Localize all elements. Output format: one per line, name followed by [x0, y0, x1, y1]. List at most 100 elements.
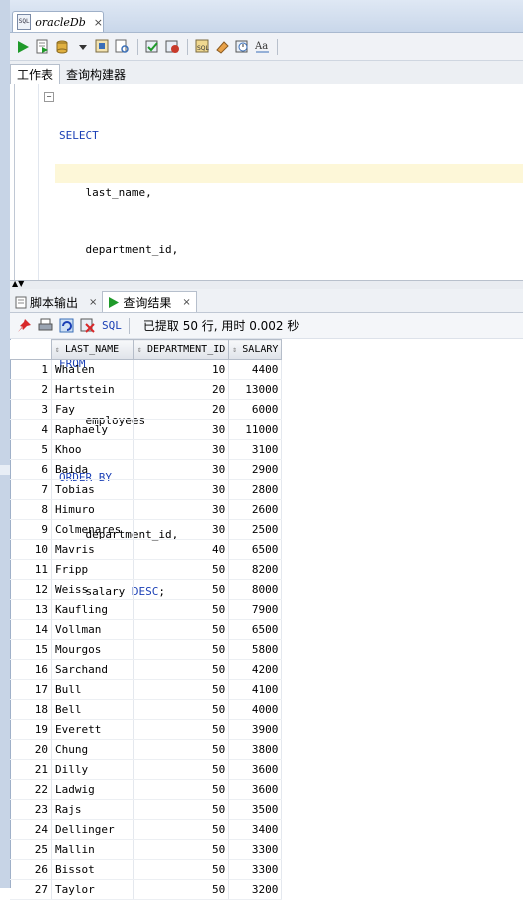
cell-department-id[interactable]: 50	[133, 839, 230, 860]
cell-department-id[interactable]: 50	[133, 719, 230, 740]
cell-salary[interactable]: 3400	[228, 819, 283, 840]
cell-salary[interactable]: 2900	[228, 459, 283, 480]
cell-salary[interactable]: 3300	[228, 839, 283, 860]
cell-last-name[interactable]: Whalen	[51, 359, 134, 380]
cell-last-name[interactable]: Raphaely	[51, 419, 134, 440]
cell-salary[interactable]: 3200	[228, 879, 283, 900]
rollback-icon[interactable]	[164, 38, 181, 55]
cell-department-id[interactable]: 20	[133, 399, 230, 420]
cell-salary[interactable]: 8200	[228, 559, 283, 580]
sql-tuning-icon[interactable]: SQL	[194, 38, 211, 55]
table-row[interactable]: 10 Mavris 40 6500	[10, 539, 283, 560]
table-row[interactable]: 15 Mourgos 50 5800	[10, 639, 283, 660]
cell-last-name[interactable]: Khoo	[51, 439, 134, 460]
cell-last-name[interactable]: Fripp	[51, 559, 134, 580]
cell-last-name[interactable]: Himuro	[51, 499, 134, 520]
history-clock-icon[interactable]	[234, 38, 251, 55]
cell-last-name[interactable]: Kaufling	[51, 599, 134, 620]
autotrace-icon[interactable]	[114, 38, 131, 55]
table-row[interactable]: 5 Khoo 30 3100	[10, 439, 283, 460]
cell-last-name[interactable]: Bissot	[51, 859, 134, 880]
table-row[interactable]: 25 Mallin 50 3300	[10, 839, 283, 860]
cell-last-name[interactable]: Bell	[51, 699, 134, 720]
cell-salary[interactable]: 6500	[228, 539, 283, 560]
cell-last-name[interactable]: Fay	[51, 399, 134, 420]
table-row[interactable]: 4 Raphaely 30 11000	[10, 419, 283, 440]
cell-salary[interactable]: 3100	[228, 439, 283, 460]
cell-department-id[interactable]: 50	[133, 819, 230, 840]
table-row[interactable]: 18 Bell 50 4000	[10, 699, 283, 720]
cell-last-name[interactable]: Rajs	[51, 799, 134, 820]
table-row[interactable]: 1 Whalen 10 4400	[10, 359, 283, 380]
splitter-arrows-icon[interactable]: ▲▼	[12, 280, 24, 288]
table-row[interactable]: 23 Rajs 50 3500	[10, 799, 283, 820]
cell-department-id[interactable]: 50	[133, 799, 230, 820]
cell-department-id[interactable]: 30	[133, 499, 230, 520]
table-row[interactable]: 2 Hartstein 20 13000	[10, 379, 283, 400]
tab-worksheet[interactable]: 工作表	[10, 64, 61, 85]
cell-salary[interactable]: 3900	[228, 719, 283, 740]
refresh-icon[interactable]	[58, 317, 75, 334]
cell-last-name[interactable]: Baida	[51, 459, 134, 480]
cell-department-id[interactable]: 50	[133, 559, 230, 580]
cell-salary[interactable]: 5800	[228, 639, 283, 660]
cell-last-name[interactable]: Weiss	[51, 579, 134, 600]
cell-department-id[interactable]: 50	[133, 579, 230, 600]
cell-department-id[interactable]: 30	[133, 439, 230, 460]
format-case-icon[interactable]: Aa	[254, 38, 271, 55]
table-row[interactable]: 22 Ladwig 50 3600	[10, 779, 283, 800]
cell-salary[interactable]: 3600	[228, 779, 283, 800]
cell-last-name[interactable]: Hartstein	[51, 379, 134, 400]
cell-salary[interactable]: 3500	[228, 799, 283, 820]
cell-department-id[interactable]: 50	[133, 779, 230, 800]
close-tab-icon[interactable]: ×	[94, 16, 103, 29]
clear-eraser-icon[interactable]	[214, 38, 231, 55]
table-row[interactable]: 24 Dellinger 50 3400	[10, 819, 283, 840]
table-row[interactable]: 3 Fay 20 6000	[10, 399, 283, 420]
document-tab[interactable]: SQL oracleDb ×	[12, 11, 104, 32]
cell-last-name[interactable]: Mavris	[51, 539, 134, 560]
cell-department-id[interactable]: 50	[133, 879, 230, 900]
cell-department-id[interactable]: 10	[133, 359, 230, 380]
cell-salary[interactable]: 4200	[228, 659, 283, 680]
table-row[interactable]: 7 Tobias 30 2800	[10, 479, 283, 500]
cell-last-name[interactable]: Dilly	[51, 759, 134, 780]
column-header-last-name[interactable]: ⇕ LAST_NAME	[51, 339, 134, 360]
table-row[interactable]: 11 Fripp 50 8200	[10, 559, 283, 580]
cell-department-id[interactable]: 50	[133, 759, 230, 780]
cell-salary[interactable]: 2500	[228, 519, 283, 540]
explain-plan-icon[interactable]	[94, 38, 111, 55]
cell-department-id[interactable]: 50	[133, 639, 230, 660]
table-row[interactable]: 14 Vollman 50 6500	[10, 619, 283, 640]
table-row[interactable]: 27 Taylor 50 3200	[10, 879, 283, 900]
cell-salary[interactable]: 2600	[228, 499, 283, 520]
cell-salary[interactable]: 7900	[228, 599, 283, 620]
cell-salary[interactable]: 4400	[228, 359, 283, 380]
cell-department-id[interactable]: 30	[133, 519, 230, 540]
cell-salary[interactable]: 6500	[228, 619, 283, 640]
table-row[interactable]: 17 Bull 50 4100	[10, 679, 283, 700]
table-row[interactable]: 21 Dilly 50 3600	[10, 759, 283, 780]
cell-last-name[interactable]: Tobias	[51, 479, 134, 500]
dropdown-arrow-icon[interactable]	[74, 38, 91, 55]
cell-department-id[interactable]: 50	[133, 699, 230, 720]
cell-department-id[interactable]: 30	[133, 419, 230, 440]
cell-last-name[interactable]: Colmenares	[51, 519, 134, 540]
cell-department-id[interactable]: 50	[133, 859, 230, 880]
cell-department-id[interactable]: 50	[133, 619, 230, 640]
table-row[interactable]: 9 Colmenares 30 2500	[10, 519, 283, 540]
table-row[interactable]: 26 Bissot 50 3300	[10, 859, 283, 880]
table-row[interactable]: 19 Everett 50 3900	[10, 719, 283, 740]
fold-collapse-icon[interactable]: −	[44, 92, 54, 102]
cell-salary[interactable]: 3300	[228, 859, 283, 880]
cell-salary[interactable]: 8000	[228, 579, 283, 600]
results-grid[interactable]: ⇕ LAST_NAME ⇕ DEPARTMENT_ID ⇕ SALARY 1 Whale…	[10, 339, 523, 900]
commit-transaction-icon[interactable]	[144, 38, 161, 55]
cell-department-id[interactable]: 50	[133, 599, 230, 620]
tab-query-builder[interactable]: 查询构建器	[60, 65, 132, 85]
run-script-icon[interactable]	[34, 38, 51, 55]
cell-last-name[interactable]: Mourgos	[51, 639, 134, 660]
cell-last-name[interactable]: Sarchand	[51, 659, 134, 680]
cell-department-id[interactable]: 50	[133, 739, 230, 760]
column-header-salary[interactable]: ⇕ SALARY	[228, 339, 283, 360]
